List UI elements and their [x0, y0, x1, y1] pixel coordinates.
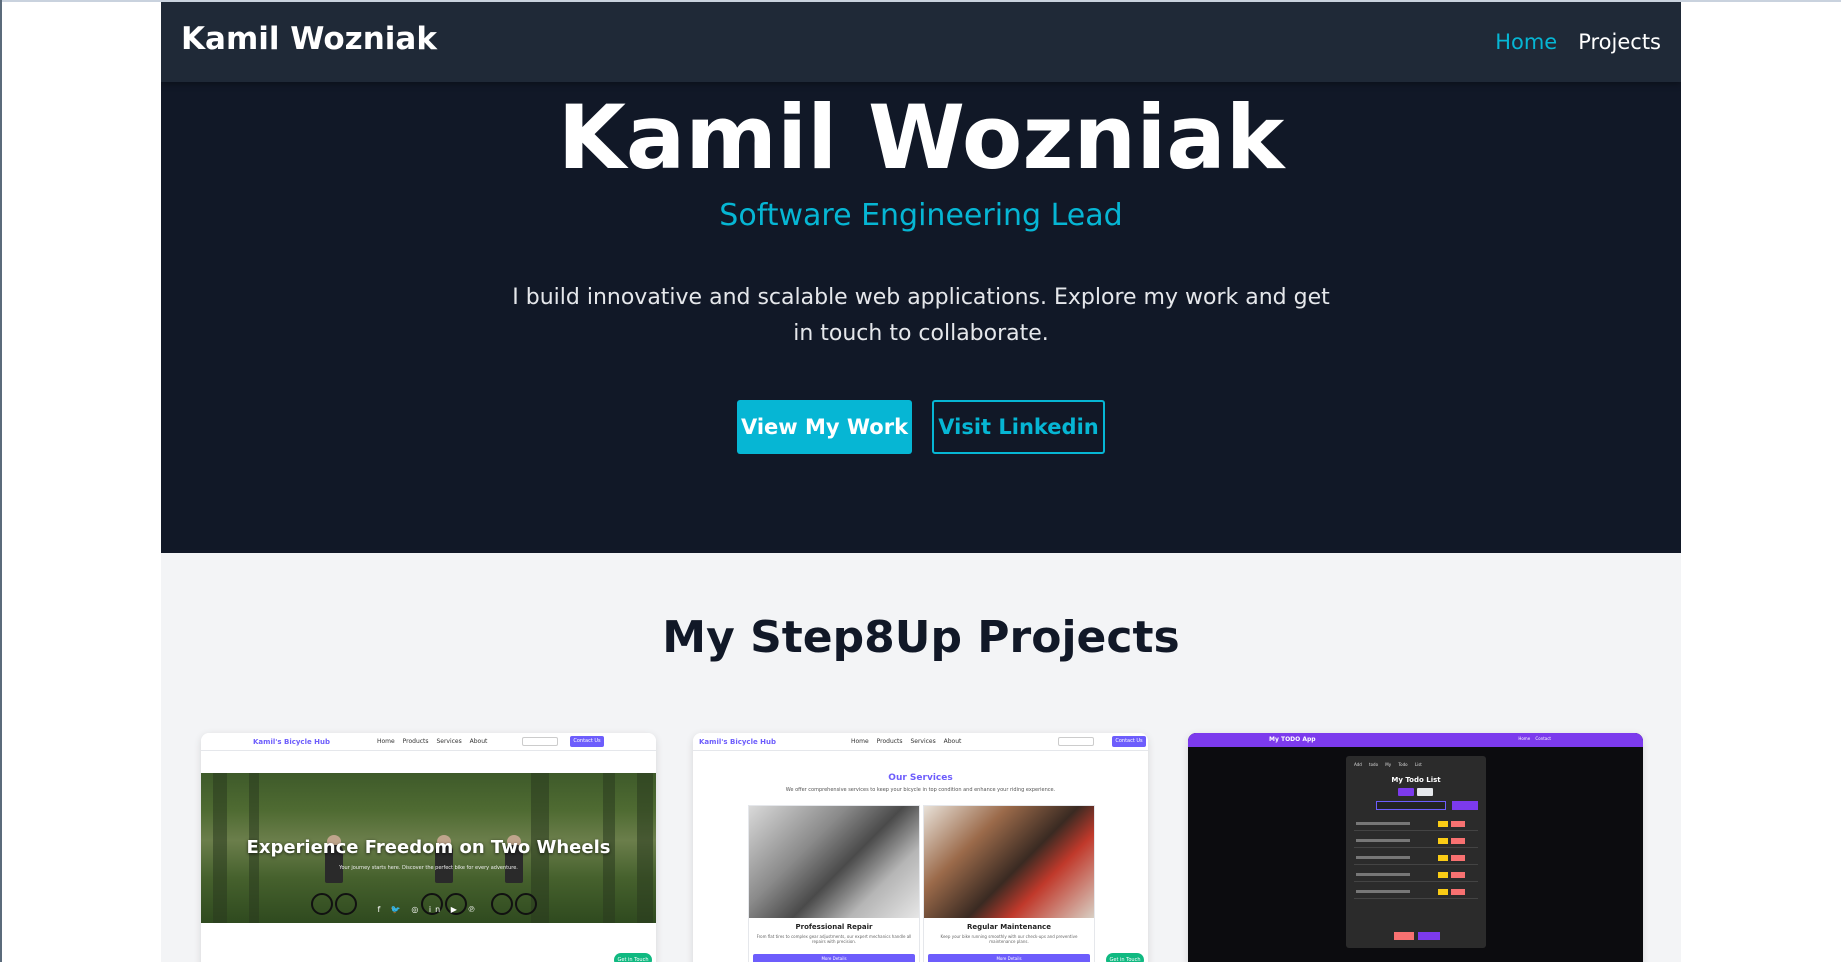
hero-name: Kamil Wozniak	[557, 86, 1285, 189]
card-preview-get-in-touch-badge: Get in Touch	[1106, 953, 1144, 962]
card-preview-nav: Kamil's Bicycle Hub Home Products Servic…	[201, 733, 656, 751]
card-preview-service-maintenance: Regular Maintenance Keep your bike runni…	[923, 805, 1095, 962]
card-preview-brand: Kamil's Bicycle Hub	[699, 738, 777, 746]
card-preview-service-desc: Keep your bike running smoothly with our…	[940, 934, 1078, 944]
card-preview-todo-row	[1354, 835, 1478, 848]
card-preview-contact-button: Contact Us	[570, 736, 604, 747]
project-card-bicycle-hub[interactable]: Kamil's Bicycle Hub Home Products Servic…	[201, 733, 656, 962]
navbar: Kamil Wozniak Home Projects	[161, 2, 1681, 82]
card-preview-todo-panel: Add todo My Todo List My Todo List	[1346, 756, 1486, 948]
card-preview-headline: Experience Freedom on Two Wheels	[246, 837, 611, 858]
card-preview-services-title: Our Services	[888, 773, 953, 783]
card-preview-service-repair: Professional Repair From flat tires to c…	[748, 805, 920, 962]
card-preview-links: Home Contact	[1518, 736, 1551, 741]
card-preview-todo-toggle	[1398, 788, 1434, 796]
card-preview-todo-input	[1376, 801, 1446, 810]
card-preview-nav: Kamil's Bicycle Hub Home Products Servic…	[693, 733, 1148, 751]
card-preview-links: Home Products Services About	[377, 738, 488, 745]
card-preview-links: Home Products Services About	[851, 738, 962, 745]
page: Kamil Wozniak Software Engineering Lead …	[161, 2, 1681, 962]
card-preview-brand: My TODO App	[1269, 736, 1316, 743]
card-preview-service-button: More Details	[753, 954, 915, 962]
card-preview-todo-add-button	[1452, 801, 1478, 810]
nav-links: Home Projects	[1495, 30, 1661, 54]
card-preview-social-icons: f 🐦 ◎ in ▶ ℗	[377, 905, 480, 914]
card-preview-todo-row	[1354, 852, 1478, 865]
card-preview-brand: Kamil's Bicycle Hub	[253, 738, 331, 746]
card-preview-service-label: Professional Repair	[795, 923, 873, 931]
card-preview-get-in-touch-badge: Get in Touch	[614, 953, 652, 962]
hero-intro: I build innovative and scalable web appl…	[512, 285, 1330, 346]
card-preview-subtext: Your journey starts here. Discover the p…	[339, 865, 518, 871]
card-preview-service-button: More Details	[928, 954, 1090, 962]
card-preview-todo-filter-button	[1418, 932, 1440, 940]
card-preview-service-image	[924, 806, 1094, 918]
nav-link-home[interactable]: Home	[1495, 30, 1557, 54]
view-my-work-button[interactable]: View My Work	[737, 400, 912, 454]
card-preview-todo-title: My Todo List	[1391, 776, 1441, 784]
projects-title: My Step8Up Projects	[662, 612, 1180, 663]
card-preview-todo-clear-button	[1394, 932, 1414, 940]
card-preview-search	[522, 737, 558, 746]
visit-linkedin-button[interactable]: Visit Linkedin	[932, 400, 1105, 454]
card-preview-nav: My TODO App Home Contact	[1188, 733, 1643, 747]
card-preview-service-label: Regular Maintenance	[967, 923, 1051, 931]
card-preview-service-image	[749, 806, 919, 918]
card-preview-todo-row	[1354, 886, 1478, 899]
card-preview-services-subtitle: We offer comprehensive services to keep …	[785, 787, 1056, 793]
project-card-todo-app[interactable]: My TODO App Home Contact Add todo My Tod…	[1188, 733, 1643, 962]
card-preview-todo-row	[1354, 869, 1478, 882]
hero-role: Software Engineering Lead	[719, 198, 1123, 233]
card-preview-todo-tabs: Add todo My Todo List	[1354, 762, 1422, 767]
card-preview-contact-button: Contact Us	[1112, 736, 1146, 747]
window-left-edge	[0, 0, 2, 962]
brand-logo-text[interactable]: Kamil Wozniak	[181, 21, 437, 57]
nav-link-projects[interactable]: Projects	[1578, 30, 1661, 54]
card-preview-todo-row	[1354, 818, 1478, 831]
card-preview-search	[1058, 737, 1094, 746]
hero-section: Kamil Wozniak Software Engineering Lead …	[161, 2, 1681, 553]
project-card-bicycle-services[interactable]: Kamil's Bicycle Hub Home Products Servic…	[693, 733, 1148, 962]
card-preview-hero-image: Experience Freedom on Two Wheels Your jo…	[201, 773, 656, 923]
card-preview-service-desc: From flat tires to complex gear adjustme…	[756, 934, 912, 944]
